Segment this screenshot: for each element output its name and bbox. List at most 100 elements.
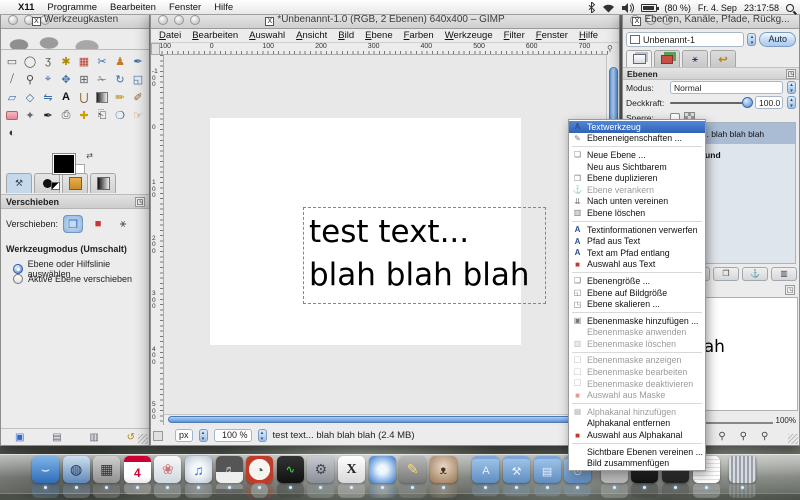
menu-item-ebenengröße[interactable]: ❑ Ebenengröße ...: [569, 275, 705, 287]
perspective-tool[interactable]: ◇: [21, 88, 39, 106]
dock-itunes[interactable]: ♫: [185, 456, 212, 483]
horizontal-scrollbar-thumb[interactable]: [168, 416, 600, 423]
heal-tool[interactable]: ✚: [75, 106, 93, 124]
foreground-select-tool[interactable]: ♟: [111, 52, 129, 70]
menu-item-ebenenmaske-anzeigen[interactable]: ☐ Ebenenmaske anzeigen: [569, 355, 705, 367]
quickmask-toggle[interactable]: [153, 431, 163, 441]
mode-select[interactable]: Normal: [670, 81, 783, 94]
opacity-slider-thumb[interactable]: [742, 96, 753, 108]
paintbrush-tool[interactable]: ✐: [129, 88, 147, 106]
tab-tool-options[interactable]: ⚒: [6, 173, 32, 193]
menu-item-auswahl-aus-alphakanal[interactable]: ■ Auswahl aus Alphakanal: [569, 429, 705, 441]
opacity-stepper-icon[interactable]: ▴ ▾: [787, 96, 796, 109]
menu-bild[interactable]: Bild: [338, 30, 354, 41]
dock-ical[interactable]: 4: [123, 456, 151, 483]
move-layer-button[interactable]: ❐: [63, 215, 84, 233]
dock-calculator[interactable]: ▦: [93, 456, 121, 483]
move-selection-button[interactable]: ■: [88, 215, 108, 233]
horizontal-scrollbar[interactable]: [164, 414, 608, 424]
crop-tool[interactable]: ✁: [93, 70, 111, 88]
menu-item-ebene-duplizieren[interactable]: ❐ Ebene duplizieren: [569, 172, 705, 184]
delete-options-icon[interactable]: ▥: [89, 432, 98, 443]
unit-stepper-icon[interactable]: ▴ ▾: [198, 428, 208, 442]
menu-item-ebene-skalieren[interactable]: ◳ Ebene skalieren ...: [569, 298, 705, 310]
dock-folder-applications[interactable]: A: [472, 456, 500, 483]
airbrush-tool[interactable]: ✦: [21, 106, 39, 124]
dock-trash[interactable]: [729, 456, 757, 483]
menu-auswahl[interactable]: Auswahl: [249, 30, 285, 41]
menu-item-ebene-löschen[interactable]: ▥ Ebene löschen: [569, 207, 705, 219]
fuzzy-select-tool[interactable]: ✱: [57, 52, 75, 70]
menu-werkzeuge[interactable]: Werkzeuge: [445, 30, 493, 41]
menu-datei[interactable]: Datei: [159, 30, 181, 41]
menu-item-neu-aus-sichtbarem[interactable]: Neu aus Sichtbarem: [569, 161, 705, 173]
resize-grip[interactable]: [138, 434, 148, 444]
menu-item-nach-unten-vereinen[interactable]: ⇊ Nach unten vereinen: [569, 196, 705, 208]
menu-item-ebenenmaske-bearbeiten[interactable]: ☐ Ebenenmaske bearbeiten: [569, 366, 705, 378]
radio-move-active[interactable]: Aktive Ebene verschieben: [13, 274, 132, 284]
canvas-area[interactable]: test text... blah blah blah: [164, 55, 608, 426]
menu-item-neue-ebene[interactable]: ❏ Neue Ebene ...: [569, 149, 705, 161]
paths-tool[interactable]: ✒: [129, 52, 147, 70]
menubar-item-bearbeiten[interactable]: Bearbeiten: [110, 2, 156, 13]
menubar-item-hilfe[interactable]: Hilfe: [214, 2, 233, 13]
ink-tool[interactable]: ✒: [39, 106, 57, 124]
dock-gimp[interactable]: ᴥ: [429, 456, 457, 483]
reset-options-icon[interactable]: ↺: [127, 432, 135, 443]
menu-item-ebenenmaske-deaktivieren[interactable]: ☐ Ebenenmaske deaktivieren: [569, 378, 705, 390]
restore-options-icon[interactable]: ▤: [52, 432, 61, 443]
tab-layers[interactable]: [626, 50, 652, 67]
panel-menu-button[interactable]: ◳: [786, 69, 796, 79]
zoom-follow-window-icon[interactable]: ⚲: [607, 44, 617, 54]
menu-item-textinformationen-verwerfen[interactable]: A Textinformationen verwerfen: [569, 224, 705, 236]
resize-grip[interactable]: [788, 434, 798, 444]
eraser-tool[interactable]: [3, 106, 21, 124]
tab-gradients[interactable]: [90, 173, 116, 193]
tab-channels[interactable]: [654, 50, 680, 67]
vertical-ruler[interactable]: -100 0 100 200 300 400 500: [151, 55, 164, 426]
zoom-spin[interactable]: 100 %: [213, 428, 252, 442]
zoom-stepper-icon[interactable]: ▴ ▾: [257, 428, 267, 442]
rotate-tool[interactable]: ↻: [111, 70, 129, 88]
menu-item-textwerkzeug[interactable]: A Textwerkzeug: [569, 121, 705, 133]
image-select-stepper-icon[interactable]: ▴ ▾: [747, 33, 757, 46]
blur-sharpen-tool[interactable]: ❍: [111, 106, 129, 124]
opacity-slider[interactable]: [670, 96, 753, 108]
menu-item-bild-zusammenfügen[interactable]: Bild zusammenfügen: [569, 457, 705, 469]
dock-art-tool[interactable]: ✎: [399, 456, 427, 483]
pencil-tool[interactable]: ✏: [111, 88, 129, 106]
menu-fenster[interactable]: Fenster: [536, 30, 568, 41]
color-picker-tool[interactable]: ⧸: [3, 70, 21, 88]
volume-icon[interactable]: [622, 2, 635, 13]
menu-item-ebenenmaske-löschen[interactable]: ▥ Ebenenmaske löschen: [569, 338, 705, 350]
delete-layer-button[interactable]: ▥: [771, 267, 797, 281]
blend-tool[interactable]: [93, 88, 111, 106]
clone-tool[interactable]: ⎙: [57, 106, 75, 124]
scale-tool[interactable]: ◱: [129, 70, 147, 88]
measure-tool[interactable]: ⌖: [39, 70, 57, 88]
auto-button[interactable]: Auto: [759, 32, 796, 47]
menu-item-auswahl-aus-text[interactable]: ■ Auswahl aus Text: [569, 259, 705, 271]
zoom-in-icon[interactable]: ⚲: [718, 431, 725, 442]
tab-history[interactable]: ↩: [710, 50, 736, 67]
duplicate-layer-button[interactable]: ❐: [713, 267, 739, 281]
menu-item-alphakanal-entfernen[interactable]: Alphakanal entfernen: [569, 418, 705, 430]
battery-icon[interactable]: [641, 3, 660, 12]
swap-colors-icon[interactable]: ⇄: [86, 151, 93, 160]
perspective-clone-tool[interactable]: ⎗: [93, 106, 111, 124]
mode-stepper-icon[interactable]: ▴ ▾: [787, 81, 796, 94]
panel-menu-button[interactable]: ◳: [785, 285, 795, 295]
menu-item-ebenenmaske-anwenden[interactable]: Ebenenmaske anwenden: [569, 327, 705, 339]
panel-menu-button[interactable]: ◳: [135, 197, 145, 207]
opacity-value[interactable]: 100.0: [755, 96, 783, 109]
ruler-corner-button[interactable]: [151, 43, 160, 55]
dodge-burn-tool[interactable]: ◐: [3, 124, 21, 142]
text-tool[interactable]: A: [57, 88, 75, 106]
tab-patterns[interactable]: [62, 173, 88, 193]
dock-folder-utilities[interactable]: ⚒: [503, 456, 530, 483]
flip-tool[interactable]: ⇋: [39, 88, 57, 106]
menu-item-ebene-auf-bildgröße[interactable]: ◱ Ebene auf Bildgröße: [569, 287, 705, 299]
shear-tool[interactable]: ▱: [3, 88, 21, 106]
dock-timer[interactable]: ◔: [246, 456, 274, 483]
ellipse-select-tool[interactable]: ◯: [21, 52, 39, 70]
